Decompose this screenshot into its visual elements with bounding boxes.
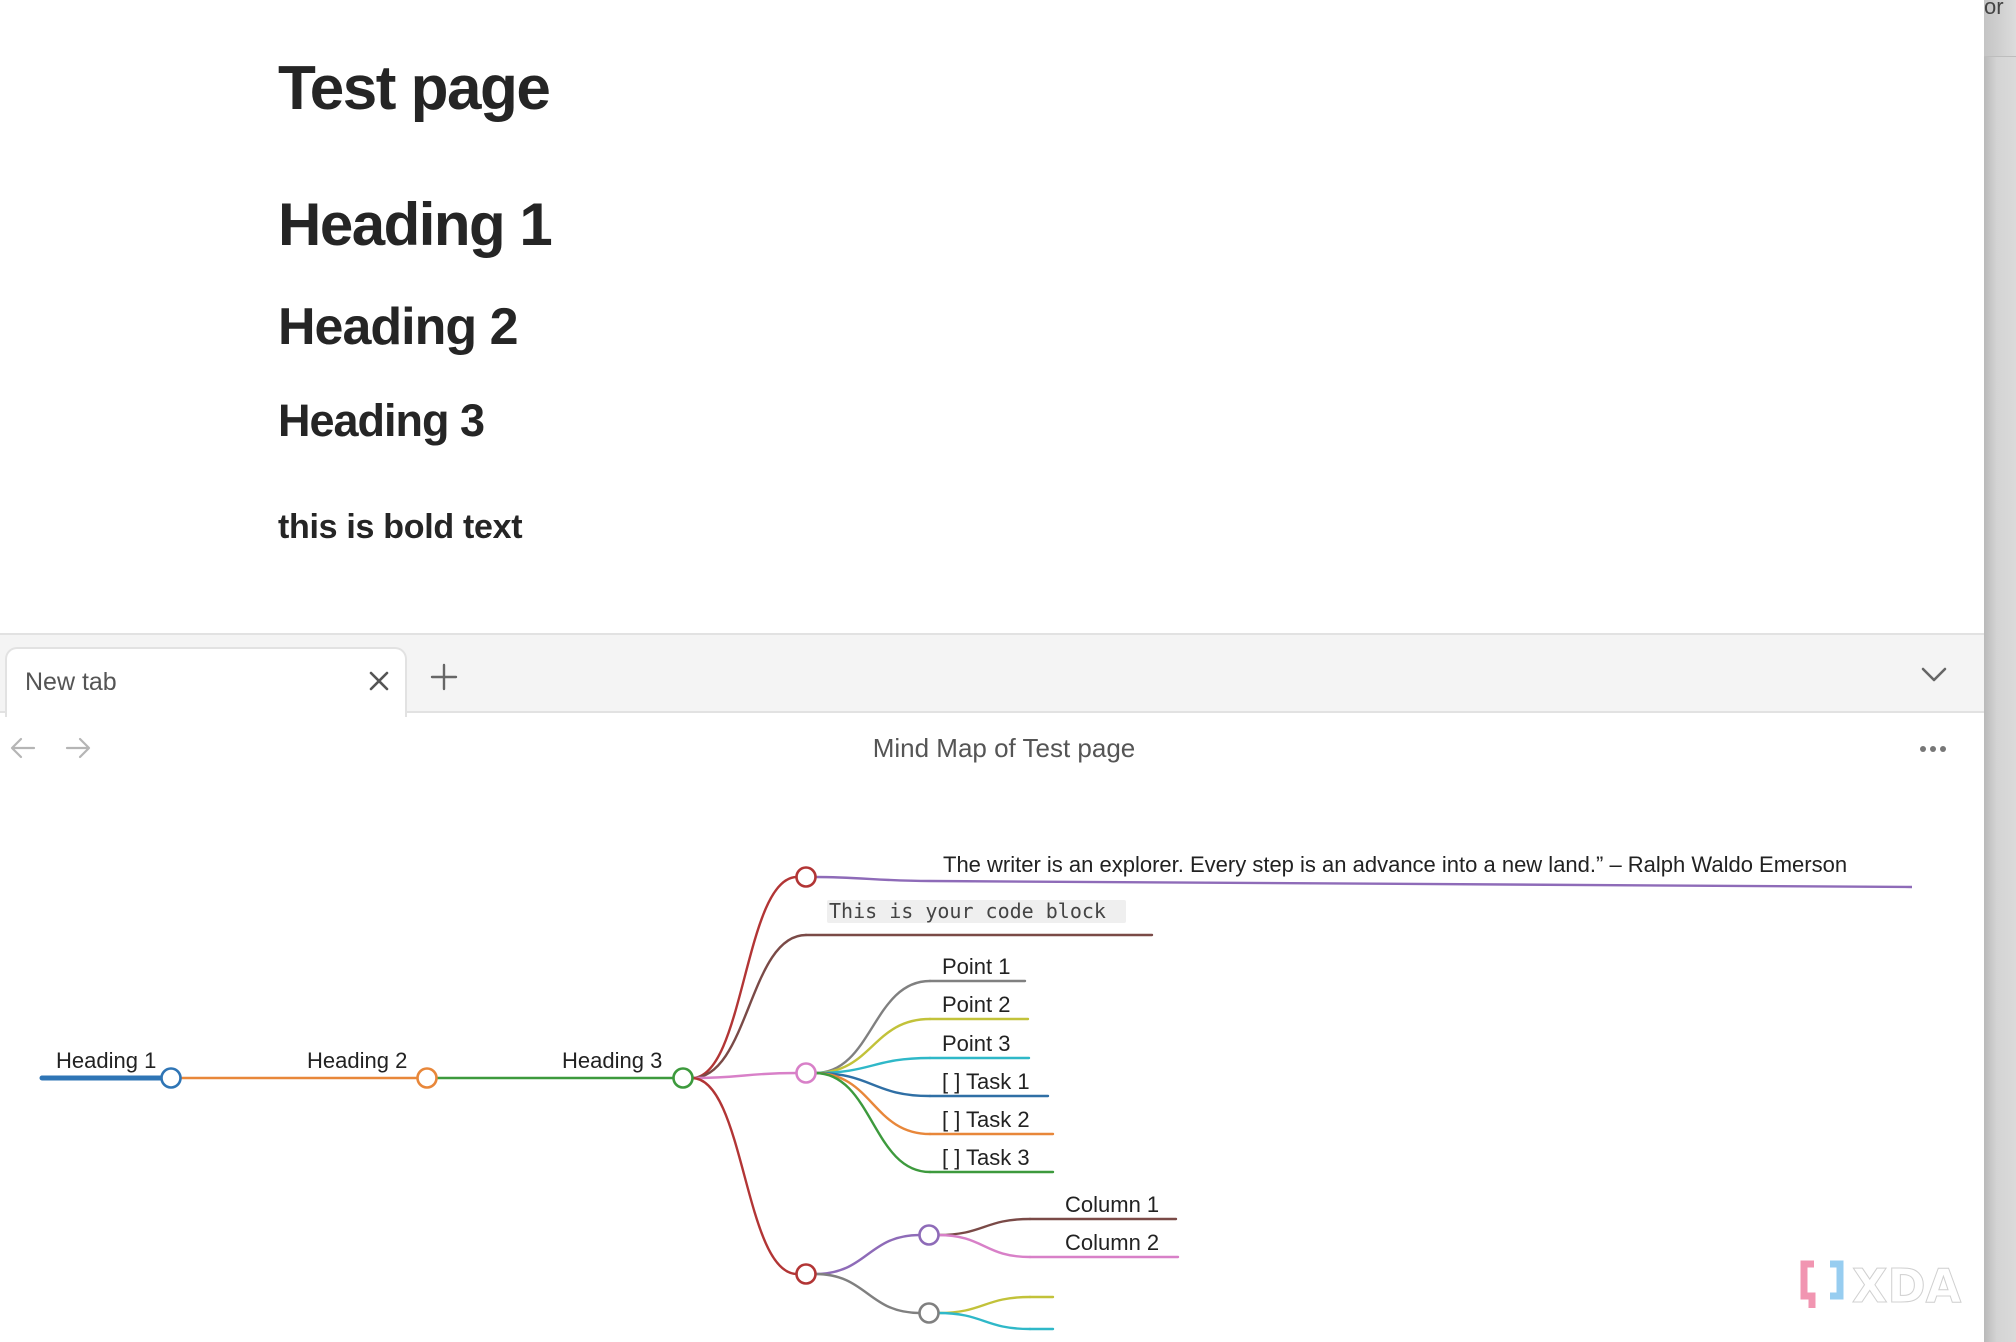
node-list-group-toggle[interactable] <box>795 1062 817 1084</box>
heading-2[interactable]: Heading 2 <box>278 297 518 357</box>
node-column-label[interactable]: Column 2 <box>1065 1230 1159 1255</box>
node-heading-1-toggle[interactable] <box>160 1067 182 1089</box>
node-list-item-label[interactable]: [ ] Task 3 <box>942 1145 1030 1170</box>
chevron-down-icon[interactable] <box>1918 663 1950 687</box>
page-title[interactable]: Test page <box>278 53 551 124</box>
edge-table-group <box>690 1076 799 1276</box>
node-list-item-label[interactable]: Point 2 <box>942 992 1011 1017</box>
node-heading-1-label[interactable]: Heading 1 <box>56 1048 156 1073</box>
node-list-item-label[interactable]: [ ] Task 2 <box>942 1107 1030 1132</box>
node-column-label[interactable]: Column 1 <box>1065 1192 1159 1217</box>
more-horizontal-icon[interactable] <box>1916 739 1950 759</box>
edge-quote <box>690 875 799 1080</box>
right-sidebar-label: or <box>1984 0 2004 19</box>
node-heading-3-label[interactable]: Heading 3 <box>562 1048 662 1073</box>
xda-logo-icon: XDA <box>1800 1259 1962 1314</box>
panel-header: Mind Map of Test page <box>0 713 1984 783</box>
xda-watermark: XDA <box>1800 1258 1995 1314</box>
node-heading-2-label[interactable]: Heading 2 <box>307 1048 407 1073</box>
watermark-text: XDA <box>1852 1259 1962 1313</box>
node-list-item-label[interactable]: Point 3 <box>942 1031 1011 1056</box>
edge-table-subgroup <box>813 1233 922 1276</box>
node-quote-label[interactable]: The writer is an explorer. Every step is… <box>943 852 1847 877</box>
edge-table-item <box>936 1295 1032 1315</box>
node-list-item-label[interactable]: [ ] Task 1 <box>942 1069 1030 1094</box>
plus-icon[interactable] <box>428 661 460 693</box>
edge-table-subgroup <box>813 1272 922 1315</box>
tab-label: New tab <box>25 668 117 696</box>
quote-underline <box>814 875 1913 889</box>
edge-table-item <box>936 1311 1032 1331</box>
node-collapse-toggle[interactable] <box>918 1224 940 1246</box>
right-sidebar-header: or <box>1984 0 2016 57</box>
node-quote-toggle[interactable] <box>795 866 817 888</box>
node-collapse-toggle[interactable] <box>918 1302 940 1324</box>
node-table-group-toggle[interactable] <box>795 1263 817 1285</box>
edge-table-item <box>936 1233 1032 1259</box>
document-page: Test page Heading 1 Heading 2 Heading 3 … <box>0 0 1984 633</box>
heading-3[interactable]: Heading 3 <box>278 395 485 447</box>
right-sidebar-edge: or <box>1984 0 2016 1342</box>
heading-1[interactable]: Heading 1 <box>278 190 553 259</box>
bold-text-paragraph[interactable]: this is bold text <box>278 508 523 547</box>
edge-list-item <box>813 1071 932 1174</box>
node-list-item-label[interactable]: Point 1 <box>942 954 1011 979</box>
node-heading-3-toggle[interactable] <box>672 1067 694 1089</box>
close-icon[interactable] <box>364 666 394 696</box>
edge-table-item <box>936 1217 1032 1237</box>
panel-title: Mind Map of Test page <box>872 733 1136 763</box>
node-code-block-label[interactable]: This is your code block <box>829 899 1106 923</box>
tab-bar: New tab <box>0 633 1984 717</box>
tab-new-tab[interactable]: New tab <box>5 647 407 717</box>
node-heading-2-toggle[interactable] <box>416 1067 438 1089</box>
